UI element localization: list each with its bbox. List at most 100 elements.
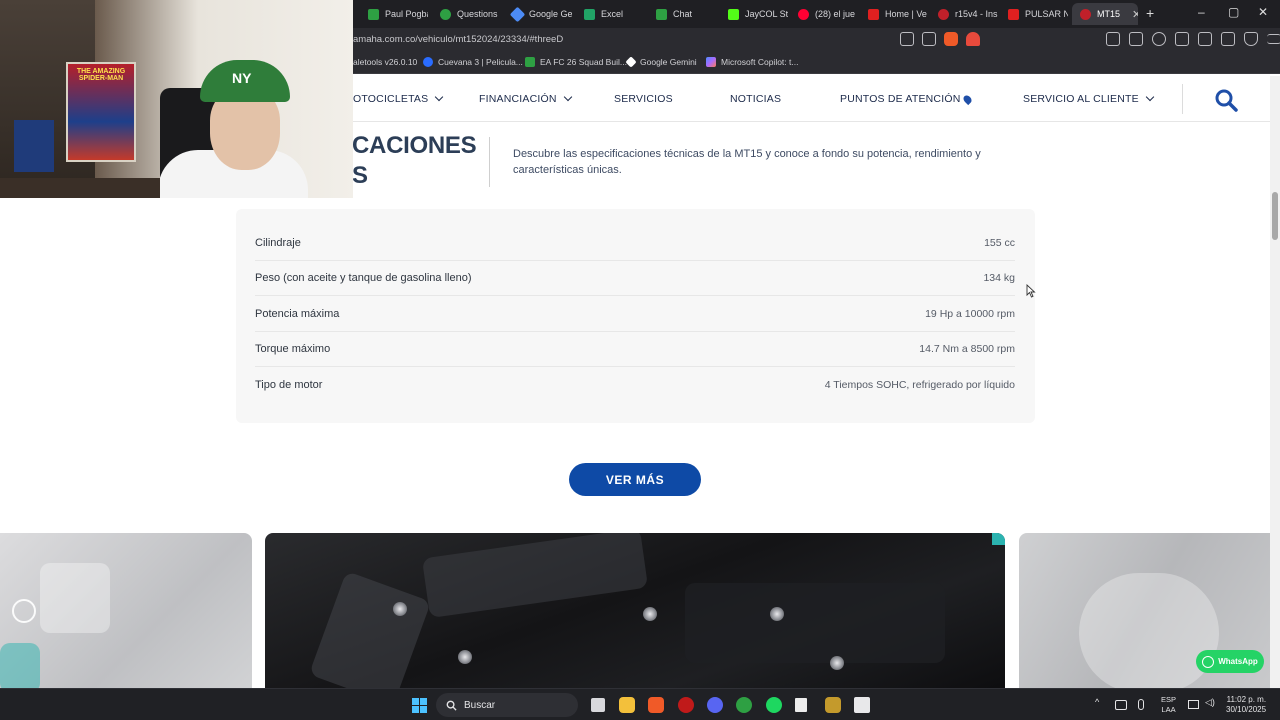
nav-item-servicios[interactable]: SERVICIOS — [614, 93, 673, 105]
tab-favicon-icon — [798, 8, 809, 20]
nav-item-financiacion[interactable]: FINANCIACIÓN — [479, 92, 572, 105]
volume-icon[interactable]: ◁) — [1205, 697, 1215, 708]
teal-accent — [992, 533, 1005, 545]
spec-label: Peso (con aceite y tanque de gasolina ll… — [255, 272, 472, 284]
close-window-icon[interactable]: ✕ — [1258, 5, 1268, 19]
search-icon[interactable] — [1214, 88, 1238, 112]
close-tab-icon[interactable]: ✕ — [1132, 8, 1138, 21]
discord-icon[interactable] — [707, 697, 723, 713]
share-icon[interactable] — [922, 32, 936, 46]
webcam-poster-text: THE AMAZING SPIDER-MAN — [76, 68, 126, 82]
app-icon[interactable] — [678, 697, 694, 713]
engine-cover — [421, 533, 649, 619]
new-tab-button[interactable]: + — [1146, 5, 1154, 21]
bookmark-favicon-icon — [625, 56, 637, 68]
chevron-down-icon — [563, 92, 572, 102]
tab-favicon-icon — [868, 8, 879, 20]
tray-chevron-up-icon[interactable]: ^ — [1095, 697, 1099, 707]
whatsapp-button[interactable]: WhatsApp — [1196, 650, 1264, 673]
section-divider — [489, 137, 490, 187]
screenshot-icon[interactable] — [1129, 32, 1143, 46]
chevron-down-icon — [435, 92, 444, 102]
input-language[interactable]: ESP LAA — [1161, 695, 1176, 715]
nav-item-puntos-de-atencion[interactable]: PUNTOS DE ATENCIÓN — [840, 93, 974, 105]
music-icon[interactable] — [1152, 32, 1166, 46]
section-title-line2: S — [352, 162, 369, 189]
engine-block — [685, 583, 945, 663]
bookmark-item[interactable]: aletools v26.0.10 — [353, 57, 417, 67]
audio-meter-icon[interactable] — [795, 698, 807, 712]
vpn-icon[interactable] — [1221, 32, 1235, 46]
maximize-icon[interactable]: ▢ — [1228, 5, 1239, 19]
brave-rewards-icon[interactable] — [966, 32, 980, 46]
browser-tab[interactable]: Google Ge — [504, 3, 572, 25]
microphone-icon[interactable] — [1138, 699, 1144, 710]
spec-label: Cilindraje — [255, 237, 301, 249]
app-icon[interactable] — [854, 697, 870, 713]
browser-tab[interactable]: Excel — [576, 3, 644, 25]
page-scrollbar[interactable] — [1270, 76, 1280, 688]
tab-favicon-icon — [1080, 8, 1091, 20]
gallery-image-main[interactable] — [265, 533, 1005, 693]
bolt — [830, 656, 844, 670]
browser-tab[interactable]: (28) el jue — [790, 3, 858, 25]
tab-favicon-icon — [938, 8, 949, 20]
bolt — [643, 607, 657, 621]
nav-item-servicio-al-cliente[interactable]: SERVICIO AL CLIENTE — [1023, 92, 1155, 105]
bookmark-item[interactable]: Microsoft Copilot: t... — [706, 57, 798, 67]
nav-divider — [1182, 84, 1183, 114]
task-view-icon[interactable] — [591, 698, 605, 712]
browser-tab[interactable]: Chat — [648, 3, 716, 25]
nav-item-noticias[interactable]: NOTICIAS — [730, 93, 781, 105]
browser-tab[interactable]: Home | Ve — [860, 3, 928, 25]
minimize-icon[interactable]: – — [1198, 5, 1205, 19]
spec-row: Cilindraje 155 cc — [255, 226, 1015, 261]
gallery-image-previous[interactable] — [0, 533, 252, 693]
shield-icon[interactable] — [1244, 32, 1258, 46]
gallery-detail — [0, 643, 40, 693]
tab-favicon-icon — [368, 8, 379, 20]
browser-tab[interactable]: PULSAR N — [1000, 3, 1068, 25]
file-explorer-icon[interactable] — [619, 697, 635, 713]
network-icon[interactable] — [1188, 700, 1199, 709]
ver-mas-button[interactable]: VER MÁS — [569, 463, 701, 496]
map-pin-icon — [962, 93, 974, 105]
scroll-thumb[interactable] — [1272, 192, 1278, 240]
taskbar-clock[interactable]: 11:02 p. m. 30/10/2025 — [1226, 695, 1266, 715]
reader-mode-icon[interactable] — [900, 32, 914, 46]
bookmark-item[interactable]: EA FC 26 Squad Buil... — [525, 57, 627, 67]
menu-icon[interactable] — [1267, 34, 1280, 44]
bookmark-item[interactable]: Google Gemini — [625, 56, 697, 68]
bookmark-favicon-icon — [706, 57, 716, 67]
bookmark-item[interactable]: Cuevana 3 | Pelicula... — [423, 57, 523, 67]
spotify-icon[interactable] — [766, 697, 782, 713]
spec-value: 4 Tiempos SOHC, refrigerado por líquido — [824, 378, 1015, 391]
brave-shield-icon[interactable] — [944, 32, 958, 46]
brave-browser-icon[interactable] — [648, 697, 664, 713]
wallet-icon[interactable] — [1198, 32, 1212, 46]
browser-tab[interactable]: Paul Pogba — [360, 3, 428, 25]
browser-tab[interactable]: Questions — [432, 3, 500, 25]
url-field[interactable]: amaha.com.co/vehiculo/mt152024/23334/#th… — [353, 34, 563, 45]
browser-tab[interactable]: JayCOL St — [720, 3, 788, 25]
spec-value: 14.7 Nm a 8500 rpm — [919, 343, 1015, 355]
browser-tab-active[interactable]: MT15 ✕ — [1072, 3, 1138, 25]
onedrive-icon[interactable] — [1115, 700, 1127, 710]
webcam-console-box — [14, 120, 54, 172]
browser-tab[interactable]: r15v4 - Ins — [930, 3, 998, 25]
spec-value: 155 cc — [984, 237, 1015, 249]
windows-start-icon[interactable] — [412, 698, 427, 713]
sidebar-icon[interactable] — [1175, 32, 1189, 46]
app-icon[interactable] — [736, 697, 752, 713]
tab-favicon-icon — [728, 8, 739, 20]
webcam-overlay: THE AMAZING SPIDER-MAN NY — [0, 0, 353, 198]
extensions-icon[interactable] — [1106, 32, 1120, 46]
yamaha-logo-icon — [12, 599, 36, 623]
frame-bracket — [308, 570, 432, 693]
taskbar-search[interactable]: Buscar — [436, 693, 578, 717]
app-icon[interactable] — [825, 697, 841, 713]
nav-item-motocicletas[interactable]: OTOCICLETAS — [353, 92, 444, 105]
tab-favicon-icon — [1008, 8, 1019, 20]
spec-row: Potencia máxima 19 Hp a 10000 rpm — [255, 297, 1015, 332]
windows-taskbar: Buscar ^ ESP LAA ◁) 11:02 p. m. 30/10/20… — [0, 688, 1280, 720]
